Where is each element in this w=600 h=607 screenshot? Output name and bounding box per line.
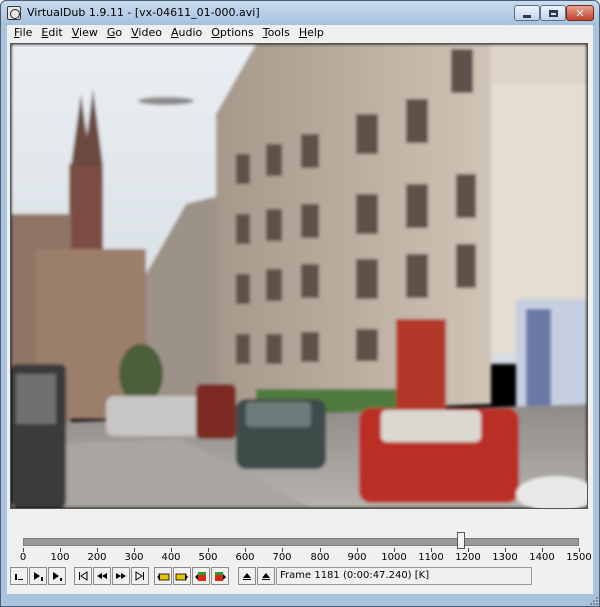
timeline-tick-label: 100	[50, 552, 70, 563]
stop-icon	[15, 574, 23, 580]
mark-out-icon	[262, 573, 270, 580]
timeline-tick-label: 200	[87, 552, 107, 563]
next-scene-icon	[215, 572, 226, 581]
frame-status: Frame 1181 (0:00:47.240) [K]	[276, 567, 532, 585]
menu-edit[interactable]: Edit	[36, 26, 66, 40]
video-pane[interactable]	[10, 43, 588, 509]
menu-video[interactable]: Video	[126, 26, 166, 40]
mark-in-icon	[243, 573, 251, 580]
menu-tools[interactable]: Tools	[258, 26, 294, 40]
timeline-tick-label: 1200	[455, 552, 481, 563]
menu-view[interactable]: View	[67, 26, 102, 40]
position-bar: 0 100 200 300 400 500 600 700 800 900 1000 1100 1200…	[7, 511, 593, 594]
minimize-icon	[523, 14, 531, 18]
timeline-thumb[interactable]	[457, 532, 465, 549]
menu-options[interactable]: Options	[206, 26, 257, 40]
next-scene-button[interactable]	[211, 567, 229, 585]
timeline-tick-label: 1000	[381, 552, 407, 563]
prev-keyframe-button[interactable]	[154, 567, 172, 585]
next-keyframe-icon	[175, 573, 188, 581]
app-icon[interactable]	[7, 6, 21, 20]
prev-scene-icon	[195, 572, 206, 581]
timeline-tick-label: 1300	[492, 552, 518, 563]
menu-file[interactable]: File	[9, 26, 36, 40]
play-input-button[interactable]	[29, 567, 47, 585]
timeline-tick-label: 400	[161, 552, 181, 563]
menu-go[interactable]: Go	[102, 26, 126, 40]
timeline-tick-label: 0	[19, 552, 27, 563]
timeline-tick-label: 600	[235, 552, 255, 563]
stop-button[interactable]	[10, 567, 28, 585]
timeline-tick-label: 900	[347, 552, 367, 563]
step-forward-icon	[116, 573, 126, 579]
go-to-end-button[interactable]	[131, 567, 149, 585]
close-icon: ✕	[575, 6, 585, 20]
close-button[interactable]: ✕	[566, 5, 594, 21]
menu-audio[interactable]: Audio	[166, 26, 206, 40]
menu-help[interactable]: Help	[294, 26, 328, 40]
play-output-icon	[53, 572, 62, 581]
timeline-tick-label: 500	[198, 552, 218, 563]
go-to-start-icon	[79, 571, 88, 581]
maximize-icon	[548, 9, 558, 17]
resize-grip-icon[interactable]	[587, 594, 599, 606]
timeline-tick-label: 700	[272, 552, 292, 563]
timeline-tick-label: 1100	[418, 552, 444, 563]
prev-scene-button[interactable]	[192, 567, 210, 585]
timeline-tick-label: 1400	[529, 552, 555, 563]
prev-keyframe-icon	[157, 573, 170, 581]
go-to-start-button[interactable]	[74, 567, 92, 585]
mark-out-button[interactable]	[257, 567, 275, 585]
step-back-icon	[97, 573, 107, 579]
video-frame-image	[11, 44, 587, 508]
timeline-tick-label: 800	[310, 552, 330, 563]
timeline-track[interactable]	[23, 538, 579, 546]
timeline-tick-label: 300	[124, 552, 144, 563]
mark-in-button[interactable]	[238, 567, 256, 585]
next-keyframe-button[interactable]	[173, 567, 191, 585]
play-input-icon	[34, 572, 43, 581]
go-to-end-icon	[135, 571, 144, 581]
menu-bar: File Edit View Go Video Audio Options To…	[7, 25, 593, 41]
step-forward-button[interactable]	[112, 567, 130, 585]
title-bar[interactable]: VirtualDub 1.9.11 - [vx-04611_01-000.avi…	[1, 1, 599, 25]
timeline-tick-label: 1500	[566, 552, 592, 563]
minimize-button[interactable]	[514, 5, 540, 21]
window-title: VirtualDub 1.9.11 - [vx-04611_01-000.avi…	[27, 6, 260, 19]
virtualdub-window: VirtualDub 1.9.11 - [vx-04611_01-000.avi…	[0, 0, 600, 607]
step-back-button[interactable]	[93, 567, 111, 585]
maximize-button[interactable]	[540, 5, 566, 21]
client-area: 0 100 200 300 400 500 600 700 800 900 1000 1100 1200…	[7, 41, 593, 594]
play-output-button[interactable]	[48, 567, 66, 585]
